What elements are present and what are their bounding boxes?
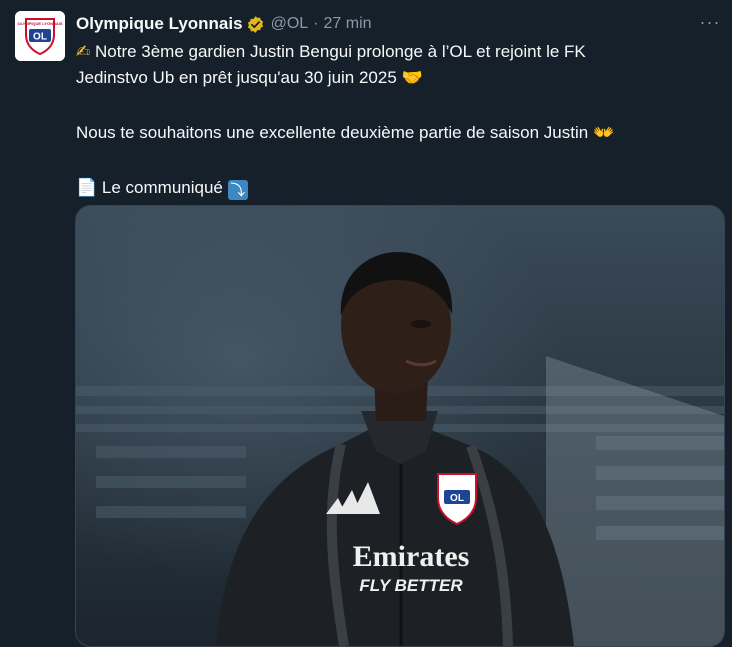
tweet-header: Olympique Lyonnais @OL · 27 min	[76, 13, 672, 35]
document-emoji: 📄	[76, 178, 98, 198]
avatar-label: OL	[33, 32, 47, 43]
tweet-media[interactable]: OL Emirates FLY BETTER	[75, 205, 725, 647]
avatar-top-text: OLYMPIQUE LYONNAIS	[17, 21, 62, 26]
author-name[interactable]: Olympique Lyonnais	[76, 14, 243, 34]
tweet-text-line-4: Le communiqué	[101, 178, 223, 197]
tweet-line-1: ✍ Notre 3ème gardien Justin Bengui prolo…	[76, 39, 716, 65]
ol-logo-icon: OLYMPIQUE LYONNAIS OL	[15, 11, 65, 61]
tweet-line-3: Nous te souhaitons une excellente deuxiè…	[76, 120, 716, 146]
jersey-sponsor: Emirates	[353, 540, 470, 573]
verified-badge-icon	[246, 15, 265, 34]
handshake-emoji: 🤝	[401, 68, 423, 88]
timestamp[interactable]: 27 min	[324, 15, 372, 33]
avatar[interactable]: OLYMPIQUE LYONNAIS OL	[15, 11, 65, 61]
author-handle[interactable]: @OL	[271, 15, 309, 33]
badge-text: OL	[450, 493, 464, 504]
tweet-text-line-1: Notre 3ème gardien Justin Bengui prolong…	[94, 42, 586, 61]
tweet-line-4: 📄 Le communiqué ⤵	[76, 175, 716, 201]
tweet-line-2: Jedinstvo Ub en prêt jusqu'au 30 juin 20…	[76, 65, 716, 91]
jersey-tagline: FLY BETTER	[359, 576, 463, 595]
tweet-text: ✍ Notre 3ème gardien Justin Bengui prolo…	[76, 39, 716, 201]
writing-hand-emoji: ✍	[76, 42, 91, 62]
player-photo: OL Emirates FLY BETTER	[76, 206, 724, 646]
tweet-text-line-3: Nous te souhaitons une excellente deuxiè…	[76, 123, 589, 142]
more-options-icon[interactable]: ···	[698, 12, 722, 36]
arrow-down-emoji: ⤵	[227, 180, 248, 200]
separator-dot: ·	[313, 15, 319, 32]
open-hands-emoji: 👐	[592, 123, 615, 143]
tweet[interactable]: OLYMPIQUE LYONNAIS OL Olympique Lyonnais…	[0, 0, 732, 647]
tweet-text-line-2: Jedinstvo Ub en prêt jusqu'au 30 juin 20…	[76, 68, 397, 87]
